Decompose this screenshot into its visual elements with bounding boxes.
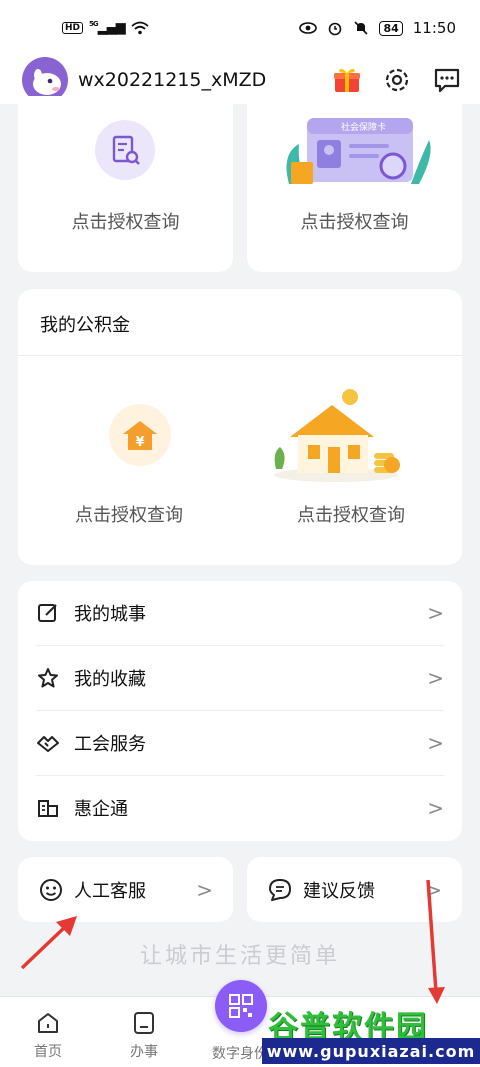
watermark: 谷普软件园 www.gupuxiazai.com [262,1000,480,1067]
annotation-arrow-right [426,879,438,993]
annotation-arrow-left [20,924,68,970]
watermark-url: www.gupuxiazai.com [262,1038,480,1064]
annotation-arrows [20,879,445,1004]
